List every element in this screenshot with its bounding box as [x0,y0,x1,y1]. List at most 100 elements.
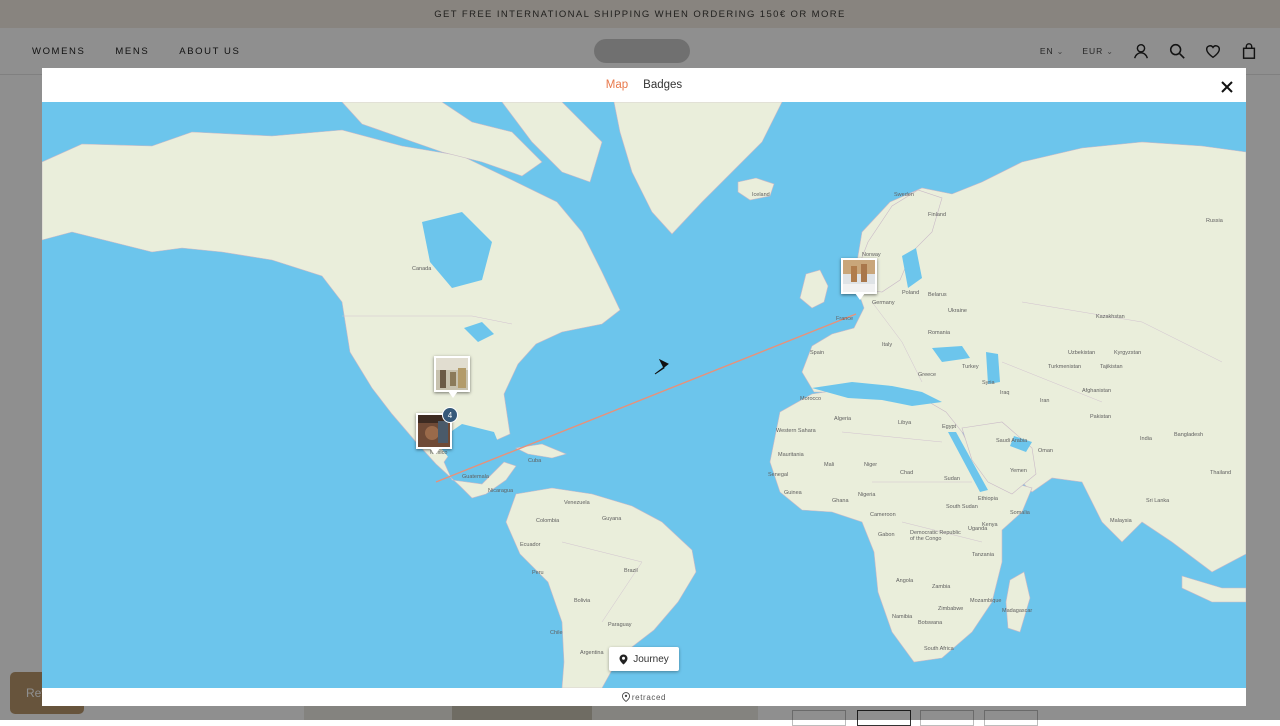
map-label: Pakistan [1090,414,1112,420]
map-label: Sudan [944,476,960,482]
map-label: Argentina [580,650,604,656]
map-label: Morocco [800,396,822,402]
map-label: Senegal [768,472,789,478]
map-label: South Africa [924,646,954,652]
map-label: Uzbekistan [1068,350,1096,356]
warehouse-photo [436,358,468,390]
map-label: Turkey [962,364,979,370]
map-label: Nicaragua [488,488,514,494]
tab-map[interactable]: Map [606,79,628,91]
map-label: Uganda [968,526,988,532]
modal-tabs: Map Badges [42,68,1246,103]
pin-usa[interactable] [434,356,470,398]
map-label: Niger [864,462,878,468]
map-label: South Sudan [946,504,978,510]
map-label: Romania [928,330,951,336]
map-label: Libya [898,420,912,426]
map-label: Mauritania [778,452,804,458]
map-label: Guyana [602,516,622,522]
map-label: Syria [982,380,995,386]
pin-europe[interactable] [841,258,877,300]
map-label: Angola [896,578,914,584]
journey-button[interactable]: Journey [609,647,679,671]
location-pin-icon [619,654,628,664]
map-label: Ethiopia [978,496,998,502]
map-label: Iceland [752,192,770,198]
map-label: Mozambique [970,598,1002,604]
map-label: Zimbabwe [938,606,964,612]
map-label: Canada [412,266,432,272]
map-label: Bolivia [574,598,591,604]
pin-count: 4 [447,410,453,420]
map-label: Nigeria [858,492,876,498]
landmass-madagascar [1005,571,1031,633]
world-map-canvas [42,102,1246,688]
tab-badges[interactable]: Badges [643,79,682,91]
map-label: Chad [900,470,914,476]
map-label: Chile [550,630,563,636]
world-map[interactable]: Canada Russia Sweden Finland Poland Ukra… [42,102,1246,688]
map-label: Malaysia [1110,518,1132,524]
landmass-uk [799,269,829,309]
map-label: Saudi Arabia [996,438,1028,444]
map-label: France [836,316,854,322]
map-label: Cameroon [870,512,896,518]
map-label: Ghana [832,498,849,504]
map-label: Namibia [892,614,913,620]
map-label: Peru [532,570,544,576]
map-label: Kazakhstan [1096,314,1125,320]
map-label: Yemen [1010,468,1027,474]
footer-brand[interactable]: retraced [632,693,666,702]
map-label: Iran [1040,398,1050,404]
map-label: Oman [1038,448,1053,454]
map-label: Bangladesh [1174,432,1204,438]
journey-modal: Map Badges Canada Russia Sweden Finland … [42,68,1246,706]
map-label: Brazil [624,568,638,574]
map-label: Cuba [528,458,542,464]
map-label: Guatemala [462,474,489,480]
map-label: Poland [902,290,920,296]
map-label: India [1140,436,1152,442]
map-label: Germany [872,300,895,306]
map-label: Algeria [834,416,852,422]
landmass-greenland [613,102,783,235]
map-label: Botswana [918,620,943,626]
map-label: Tajikistan [1100,364,1123,370]
map-label: Colombia [536,518,560,524]
map-label: Gabon [878,532,895,538]
map-label: Spain [810,350,825,356]
map-label: Egypt [942,424,957,430]
map-label: Iraq [1000,390,1010,396]
map-label: Zambia [932,584,951,590]
map-label: Guinea [784,490,802,496]
map-label: Mali [824,462,835,468]
map-label: Afghanistan [1082,388,1112,394]
pin-count-badge: 4 [442,407,458,423]
map-label: Turkmenistan [1048,364,1082,370]
location-pin-icon [621,692,630,702]
map-label: Kyrgyzstan [1114,350,1142,356]
map-label: Sri Lanka [1146,498,1170,504]
map-label: Finland [928,212,947,218]
map-label: Russia [1206,218,1223,224]
map-label: Belarus [928,292,947,298]
journey-label: Journey [633,653,669,665]
map-label: Greece [918,372,937,378]
map-label: Ecuador [520,542,541,548]
map-label: Democratic Republic of the Congo [910,530,961,542]
map-label: Thailand [1210,470,1232,476]
map-label: Somalia [1010,510,1030,516]
map-label: Venezuela [564,500,590,506]
map-label: Western Sahara [776,428,816,434]
map-label: Paraguay [608,622,632,628]
close-icon[interactable] [1220,80,1234,94]
map-label: Sweden [894,192,914,198]
map-label: Ukraine [948,308,967,314]
landmass-indonesia [1181,575,1246,603]
map-label: Madagascar [1002,608,1033,614]
arrow-icon [654,358,669,375]
modal-footer: retraced [42,688,1246,706]
landmass-cuba [515,443,567,459]
map-label: Tanzania [972,552,995,558]
product-photo [843,260,875,292]
